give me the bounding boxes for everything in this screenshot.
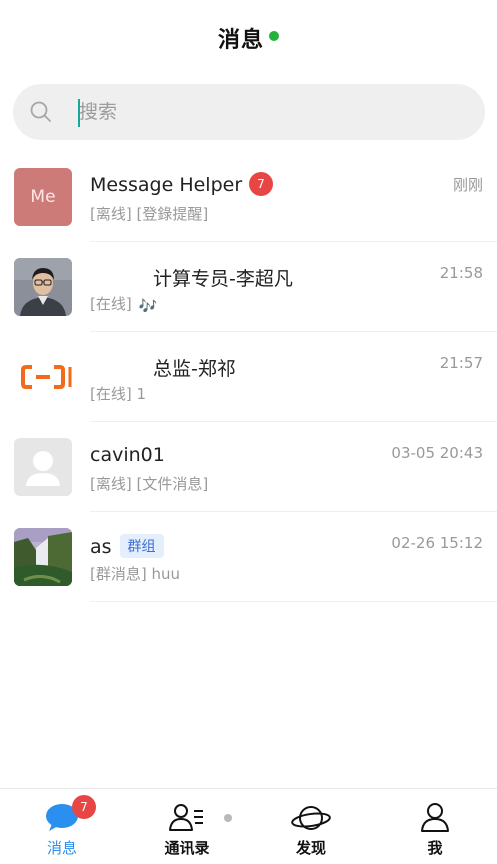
header: 消息 [0, 0, 497, 75]
person-icon [421, 803, 449, 832]
person-photo-icon [14, 258, 72, 316]
conversation-time: 21:57 [439, 354, 483, 372]
conversation-item[interactable]: Me Message Helper 7 [离线] [登錄提醒] 刚刚 [0, 152, 497, 242]
conversation-item[interactable]: 计算专员-李超凡 [在线] 🎶 21:58 [0, 242, 497, 332]
indicator-dot [224, 814, 232, 822]
group-tag: 群组 [119, 534, 164, 558]
conversation-list: Me Message Helper 7 [离线] [登錄提醒] 刚刚 计算专员-… [0, 152, 497, 602]
search-input[interactable] [79, 94, 469, 130]
tab-label: 通讯录 [164, 839, 210, 857]
page-title: 消息 [217, 27, 264, 53]
conversation-time: 03-05 20:43 [391, 444, 483, 462]
divider [90, 601, 497, 602]
unread-badge: 7 [249, 172, 273, 196]
conversation-time: 21:58 [439, 264, 483, 282]
conversation-preview: [群消息] huu [90, 563, 180, 584]
tab-discover[interactable]: 发现 [261, 789, 361, 864]
online-status-dot [269, 30, 279, 41]
conversation-preview: [离线] [文件消息] [90, 473, 208, 494]
contacts-icon [169, 804, 203, 831]
tab-contacts[interactable]: 通讯录 [137, 789, 237, 864]
conversation-preview: [离线] [登錄提醒] [90, 203, 208, 224]
last-message: 1 [136, 385, 147, 403]
conversation-name: 计算专员-李超凡 [153, 268, 293, 290]
conversation-preview: [在线] 1 [90, 383, 146, 404]
conversation-time: 刚刚 [452, 176, 483, 194]
bottom-tab-bar: 7 消息 通讯录 发现 我 [0, 788, 497, 864]
last-message: [文件消息] [136, 475, 209, 493]
conversation-preview: [在线] 🎶 [90, 293, 157, 315]
waterfall-photo-icon [14, 528, 72, 586]
aliyun-logo-icon [14, 348, 72, 406]
conversation-item[interactable]: 总监-郑祁 [在线] 1 21:57 [0, 332, 497, 422]
tab-messages[interactable]: 7 消息 [12, 789, 112, 864]
conversation-name-text: as [90, 536, 112, 558]
conversation-item[interactable]: cavin01 [离线] [文件消息] 03-05 20:43 [0, 422, 497, 512]
avatar-text: Me [30, 187, 56, 207]
last-message: huu [151, 565, 181, 583]
last-message: [登錄提醒] [136, 205, 209, 223]
presence-status: [在线] [90, 385, 132, 403]
avatar: Me [14, 168, 72, 226]
tab-label: 消息 [46, 839, 77, 857]
conversation-name: as 群组 [90, 534, 164, 558]
planet-icon [291, 806, 331, 830]
search-bar[interactable] [13, 84, 485, 140]
conversation-item[interactable]: as 群组 [群消息] huu 02-26 15:12 [0, 512, 497, 602]
unread-badge: 7 [72, 795, 96, 819]
search-icon [30, 101, 51, 122]
presence-status: [群消息] [90, 565, 147, 583]
presence-status: [在线] [90, 295, 132, 313]
last-message: 🎶 [138, 297, 158, 315]
conversation-name: 总监-郑祁 [153, 358, 236, 380]
default-user-icon [14, 438, 72, 496]
conversation-name: cavin01 [90, 444, 165, 466]
presence-status: [离线] [90, 475, 132, 493]
conversation-time: 02-26 15:12 [391, 534, 483, 552]
presence-status: [离线] [90, 205, 132, 223]
tab-me[interactable]: 我 [385, 789, 485, 864]
tab-label: 我 [427, 839, 443, 857]
conversation-name: Message Helper [90, 174, 243, 196]
tab-label: 发现 [295, 839, 326, 857]
